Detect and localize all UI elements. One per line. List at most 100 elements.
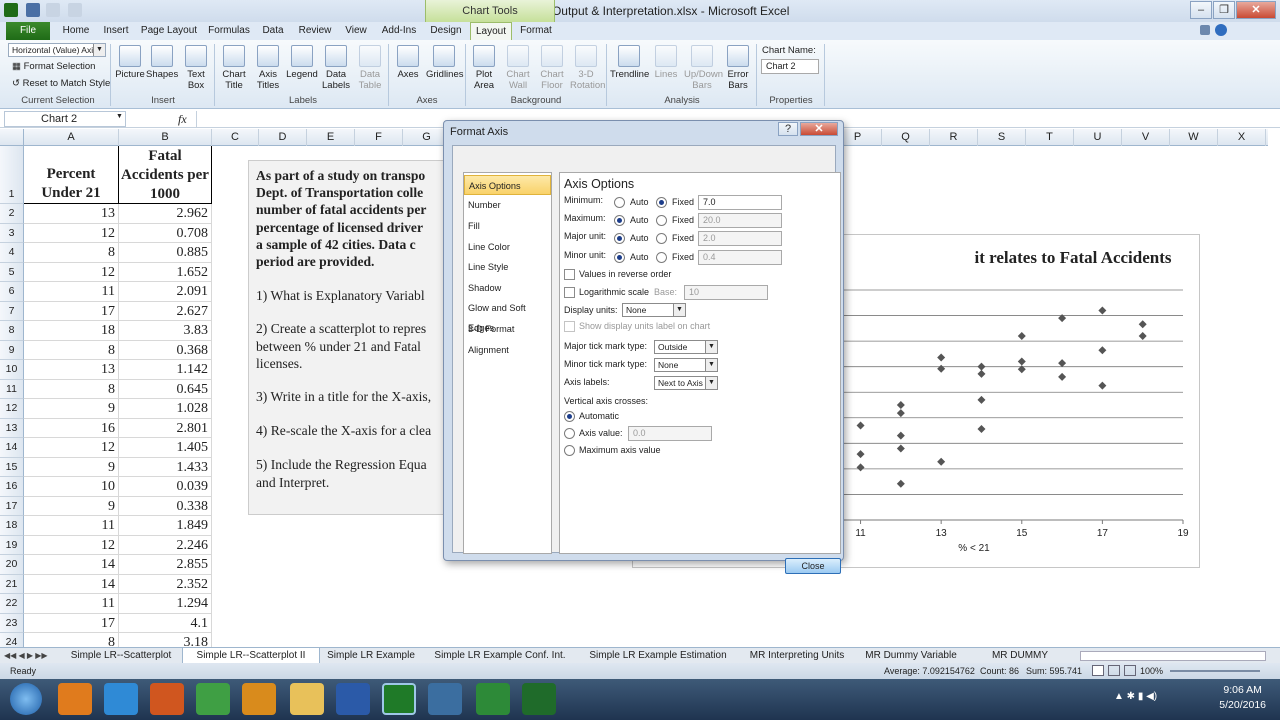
- cell-fatal-accidents[interactable]: 0.885: [119, 243, 212, 263]
- cell-fatal-accidents[interactable]: 1.433: [119, 457, 212, 477]
- cell-percent-under-21[interactable]: 12: [24, 535, 119, 555]
- tab-file[interactable]: File: [6, 22, 50, 40]
- data-point[interactable]: [1138, 320, 1147, 329]
- cell-percent-under-21[interactable]: 17: [24, 301, 119, 321]
- cell-percent-under-21[interactable]: 8: [24, 243, 119, 263]
- cell-percent-under-21[interactable]: 9: [24, 457, 119, 477]
- nav-glow-soft-edges[interactable]: Glow and Soft Edges: [464, 298, 551, 333]
- minor-tick-dropdown[interactable]: None ▼: [654, 358, 718, 372]
- nav-line-color[interactable]: Line Color: [464, 237, 551, 257]
- minimum-input[interactable]: 7.0: [698, 195, 782, 210]
- data-point[interactable]: [977, 395, 986, 404]
- column-header[interactable]: B: [119, 129, 212, 146]
- data-point[interactable]: [977, 362, 986, 371]
- cell-percent-under-21[interactable]: 11: [24, 282, 119, 302]
- cell-percent-under-21[interactable]: 14: [24, 574, 119, 594]
- cell-fatal-accidents[interactable]: 0.039: [119, 477, 212, 497]
- cell-fatal-accidents[interactable]: 1.142: [119, 360, 212, 380]
- camtasia-icon[interactable]: [476, 683, 510, 715]
- cell-fatal-accidents[interactable]: 1.028: [119, 399, 212, 419]
- row-header[interactable]: 12: [0, 399, 24, 419]
- data-point[interactable]: [856, 463, 865, 472]
- row-header[interactable]: 13: [0, 418, 24, 438]
- column-header[interactable]: A: [24, 129, 119, 146]
- column-header[interactable]: S: [978, 129, 1026, 146]
- data-point[interactable]: [1017, 332, 1026, 340]
- tab-page-layout[interactable]: Page Layout: [140, 22, 198, 40]
- minimum-auto-radio[interactable]: [614, 197, 625, 208]
- help-icon[interactable]: [1215, 24, 1227, 36]
- tab-nav-arrows[interactable]: ◀◀ ◀ ▶ ▶▶: [4, 651, 48, 660]
- row-header[interactable]: 23: [0, 613, 24, 633]
- maximum-fixed-radio[interactable]: [656, 215, 667, 226]
- tab-format[interactable]: Format: [516, 22, 556, 40]
- start-button-icon[interactable]: [10, 683, 42, 715]
- sheet-tab[interactable]: Simple LR Example: [326, 648, 416, 664]
- cell-fatal-accidents[interactable]: 0.645: [119, 379, 212, 399]
- minimum-fixed-radio[interactable]: [656, 197, 667, 208]
- picture-button[interactable]: Picture: [114, 43, 146, 80]
- row-header[interactable]: 5: [0, 262, 24, 282]
- axis-labels-dropdown[interactable]: Next to Axis ▼: [654, 376, 718, 390]
- cell-fatal-accidents[interactable]: 2.855: [119, 555, 212, 575]
- error-bars-button[interactable]: Error Bars: [722, 43, 754, 91]
- row-header[interactable]: 6: [0, 282, 24, 302]
- 3d-rotation-button[interactable]: 3-D Rotation: [570, 43, 605, 91]
- horizontal-scrollbar[interactable]: [1080, 651, 1266, 661]
- sheet-tab[interactable]: MR Interpreting Units: [746, 648, 848, 664]
- close-dialog-x-button[interactable]: ✕: [800, 122, 838, 136]
- chart-wall-button[interactable]: Chart Wall: [502, 43, 534, 91]
- data-point[interactable]: [1017, 357, 1026, 366]
- word-icon[interactable]: [336, 683, 370, 715]
- nav-alignment[interactable]: Alignment: [464, 340, 551, 360]
- data-point[interactable]: [937, 353, 946, 362]
- row-header[interactable]: 10: [0, 360, 24, 380]
- sheet-tab[interactable]: Simple LR Example Conf. Int.: [432, 648, 568, 664]
- data-point[interactable]: [1098, 346, 1107, 355]
- maximum-axis-value-radio[interactable]: [564, 445, 575, 456]
- page-break-view-icon[interactable]: [1124, 665, 1136, 676]
- minor-unit-auto-radio[interactable]: [614, 252, 625, 263]
- tab-data[interactable]: Data: [258, 22, 288, 40]
- cell-fatal-accidents[interactable]: 3.18: [119, 633, 212, 647]
- column-header[interactable]: Q: [882, 129, 930, 146]
- data-point[interactable]: [1098, 381, 1107, 390]
- cell-percent-under-21[interactable]: 9: [24, 496, 119, 516]
- row-header[interactable]: 16: [0, 477, 24, 497]
- header-percent-under-21[interactable]: Percent Under 21: [24, 146, 119, 204]
- tab-home[interactable]: Home: [58, 22, 94, 40]
- tab-view[interactable]: View: [341, 22, 371, 40]
- sheet-tab[interactable]: MR DUMMY VARIAB: [974, 648, 1066, 664]
- system-tray-icons[interactable]: ▲ ✱ ▮ ◀): [1114, 691, 1157, 702]
- lines-button[interactable]: Lines: [650, 43, 682, 80]
- display-units-dropdown[interactable]: None ▼: [622, 303, 686, 317]
- data-point[interactable]: [937, 364, 946, 373]
- normal-view-icon[interactable]: [1092, 665, 1104, 676]
- row-header[interactable]: 9: [0, 340, 24, 360]
- base-input[interactable]: 10: [684, 285, 768, 300]
- minor-unit-fixed-radio[interactable]: [656, 252, 667, 263]
- chart-elements-dropdown[interactable]: Horizontal (Value) Axis ▼: [8, 43, 106, 57]
- media-player-icon[interactable]: [242, 683, 276, 715]
- row-header[interactable]: 17: [0, 496, 24, 516]
- row-header[interactable]: 21: [0, 574, 24, 594]
- data-point[interactable]: [1138, 332, 1147, 340]
- nav-line-style[interactable]: Line Style: [464, 257, 551, 277]
- axis-value-input[interactable]: 0.0: [628, 426, 712, 441]
- data-point[interactable]: [856, 450, 865, 459]
- shapes-button[interactable]: Shapes: [146, 43, 178, 80]
- cell-fatal-accidents[interactable]: 2.962: [119, 204, 212, 224]
- cell-fatal-accidents[interactable]: 2.246: [119, 535, 212, 555]
- header-fatal-accidents[interactable]: Fatal Accidents per 1000: [119, 146, 212, 204]
- column-header[interactable]: U: [1074, 129, 1122, 146]
- camtasia-recorder-icon[interactable]: [522, 683, 556, 715]
- cell-fatal-accidents[interactable]: 1.849: [119, 516, 212, 536]
- cell-fatal-accidents[interactable]: 2.352: [119, 574, 212, 594]
- nav-fill[interactable]: Fill: [464, 216, 551, 236]
- sheet-tab[interactable]: Simple LR Example Estimation: [588, 648, 728, 664]
- zoom-slider[interactable]: [1170, 670, 1260, 672]
- row-header[interactable]: 7: [0, 301, 24, 321]
- data-point[interactable]: [856, 421, 865, 430]
- firefox-icon[interactable]: [150, 683, 184, 715]
- column-header[interactable]: F: [355, 129, 403, 146]
